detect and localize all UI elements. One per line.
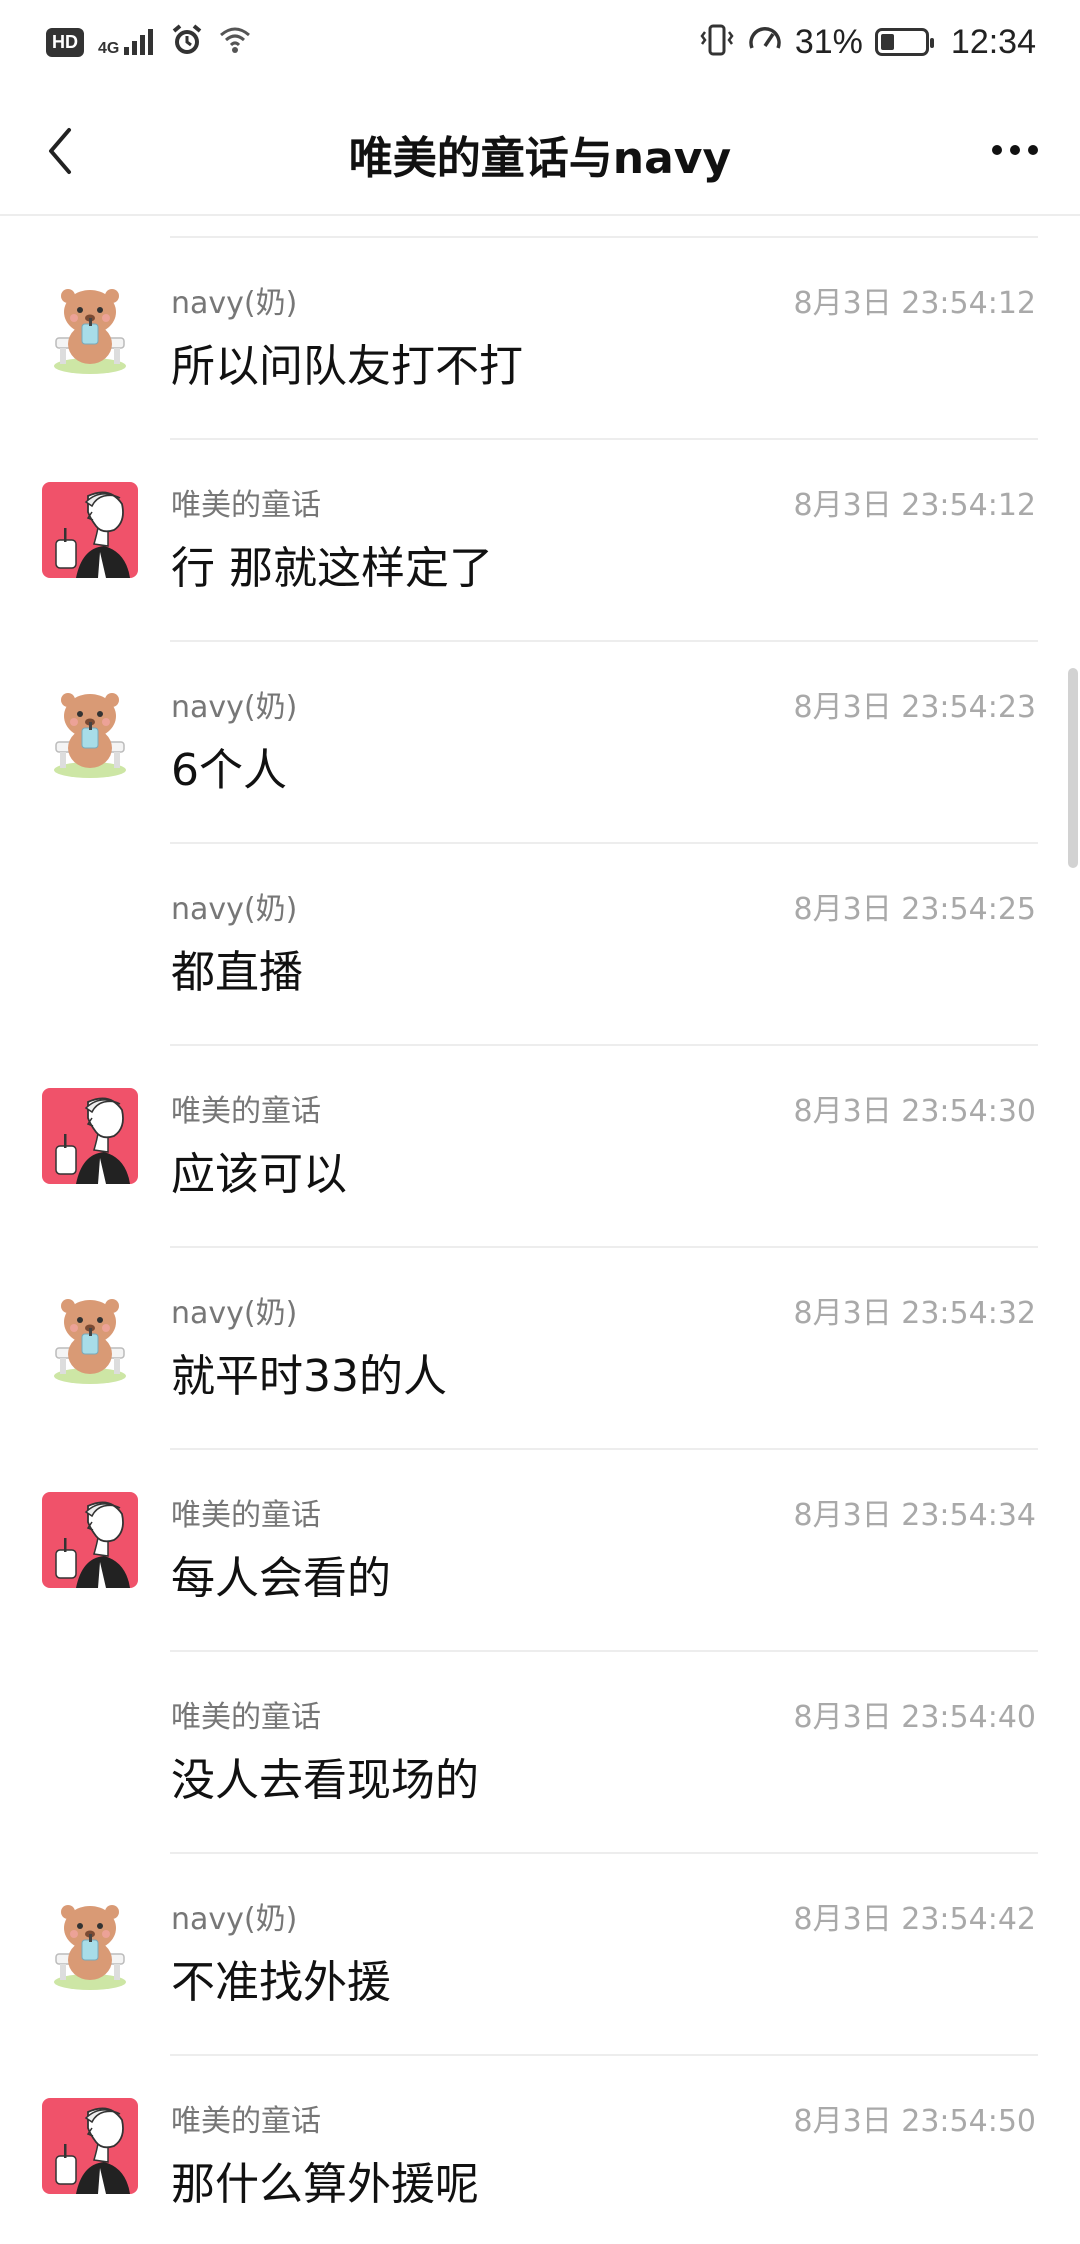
message-timestamp: 8月3日 23:54:40 bbox=[793, 1700, 1036, 1735]
message-item[interactable]: navy(奶) 8月3日 23:54:32 就平时33的人 bbox=[0, 1248, 1080, 1450]
avatar[interactable] bbox=[42, 482, 138, 578]
scrollbar[interactable] bbox=[1068, 668, 1078, 868]
message-timestamp: 8月3日 23:54:30 bbox=[793, 1094, 1036, 1129]
message-text: 都直播 bbox=[171, 947, 303, 998]
message-timestamp: 8月3日 23:54:25 bbox=[793, 892, 1036, 927]
message-text: 那什么算外援呢 bbox=[171, 2159, 479, 2210]
message-text: 应该可以 bbox=[171, 1149, 347, 1200]
message-timestamp: 8月3日 23:54:12 bbox=[793, 286, 1036, 321]
avatar[interactable] bbox=[42, 1290, 138, 1386]
message-timestamp: 8月3日 23:54:34 bbox=[793, 1498, 1036, 1533]
sender-name: 唯美的童话 bbox=[171, 1498, 321, 1533]
sender-name: 唯美的童话 bbox=[171, 488, 321, 523]
message-item[interactable]: 唯美的童话 8月3日 23:54:40 没人去看现场的 bbox=[0, 1652, 1080, 1854]
avatar[interactable] bbox=[42, 1088, 138, 1184]
battery-level bbox=[880, 34, 894, 50]
battery-percent: 31% bbox=[794, 22, 863, 61]
message-text: 6个人 bbox=[171, 745, 287, 796]
message-item[interactable]: 唯美的童话 8月3日 23:54:12 行 那就这样定了 bbox=[0, 440, 1080, 642]
hd-icon: HD bbox=[46, 27, 84, 57]
sender-name: navy(奶) bbox=[171, 1296, 298, 1331]
avatar[interactable] bbox=[42, 1896, 138, 1992]
sender-name: 唯美的童话 bbox=[171, 1094, 321, 1129]
message-timestamp: 8月3日 23:54:32 bbox=[793, 1296, 1036, 1331]
avatar[interactable] bbox=[42, 280, 138, 376]
avatar[interactable] bbox=[42, 2098, 138, 2194]
more-options-button[interactable] bbox=[980, 130, 1050, 170]
status-bar: HD 4G 31% 12:34 bbox=[0, 0, 1080, 86]
message-text: 不准找外援 bbox=[171, 1957, 391, 2008]
message-text: 行 那就这样定了 bbox=[171, 543, 493, 594]
message-timestamp: 8月3日 23:54:12 bbox=[793, 488, 1036, 523]
battery-icon bbox=[874, 28, 934, 56]
page-title: 唯美的童话与navy bbox=[348, 133, 732, 184]
message-text: 就平时33的人 bbox=[171, 1351, 447, 1402]
speed-icon bbox=[747, 22, 783, 62]
message-item[interactable]: navy(奶) 8月3日 23:54:42 不准找外援 bbox=[0, 1854, 1080, 2056]
message-timestamp: 8月3日 23:54:42 bbox=[793, 1902, 1036, 1937]
message-item[interactable]: 唯美的童话 8月3日 23:54:50 那什么算外援呢 bbox=[0, 2056, 1080, 2244]
message-text: 没人去看现场的 bbox=[171, 1755, 479, 1806]
message-timestamp: 8月3日 23:54:23 bbox=[793, 690, 1036, 725]
avatar[interactable] bbox=[42, 1492, 138, 1588]
avatar[interactable] bbox=[42, 684, 138, 780]
more-dot bbox=[1028, 145, 1038, 155]
sender-name: 唯美的童话 bbox=[171, 1700, 321, 1735]
chat-header: 唯美的童话与navy bbox=[0, 86, 1080, 216]
message-item[interactable]: 唯美的童话 8月3日 23:54:34 每人会看的 bbox=[0, 1450, 1080, 1652]
alarm-icon bbox=[170, 23, 204, 61]
message-timestamp: 8月3日 23:54:50 bbox=[793, 2104, 1036, 2139]
sender-name: navy(奶) bbox=[171, 1902, 298, 1937]
sender-name: navy(奶) bbox=[171, 690, 298, 725]
message-item[interactable]: navy(奶) 8月3日 23:54:23 6个人 bbox=[0, 642, 1080, 844]
vibrate-icon bbox=[699, 22, 735, 62]
sender-name: navy(奶) bbox=[171, 286, 298, 321]
message-text: 所以问队友打不打 bbox=[171, 341, 523, 392]
message-item[interactable]: navy(奶) 8月3日 23:54:12 所以问队友打不打 bbox=[0, 238, 1080, 440]
signal-icon: 4G bbox=[98, 27, 156, 57]
sender-name: navy(奶) bbox=[171, 892, 298, 927]
clock: 12:34 bbox=[950, 22, 1036, 61]
more-dot bbox=[992, 145, 1002, 155]
sender-name: 唯美的童话 bbox=[171, 2104, 321, 2139]
message-text: 每人会看的 bbox=[171, 1553, 391, 1604]
message-item[interactable]: navy(奶) 8月3日 23:54:25 都直播 bbox=[0, 844, 1080, 1046]
more-dot bbox=[1010, 145, 1020, 155]
message-item[interactable]: 唯美的童话 8月3日 23:54:30 应该可以 bbox=[0, 1046, 1080, 1248]
message-list[interactable]: navy(奶) 8月3日 23:54:12 所以问队友打不打 唯美的童话 8月3日 2… bbox=[0, 216, 1080, 2244]
network-type: 4G bbox=[98, 40, 120, 57]
wifi-icon bbox=[218, 25, 252, 59]
